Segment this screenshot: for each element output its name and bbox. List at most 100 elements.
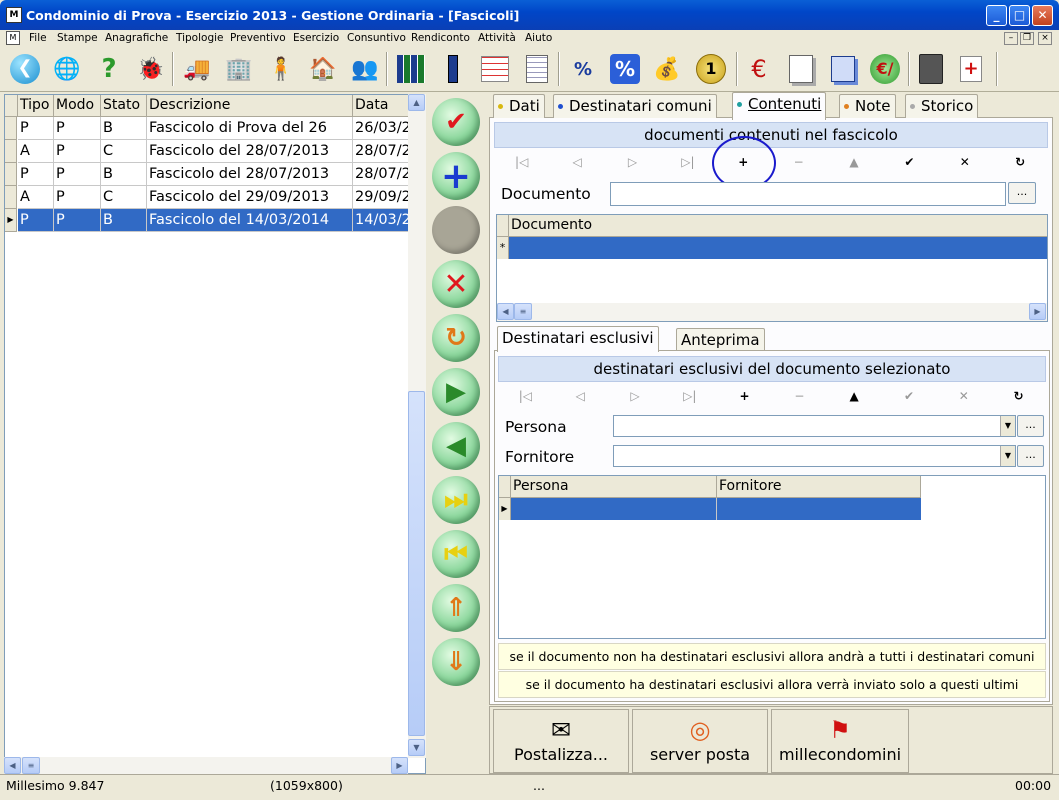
cell-stato[interactable]: C xyxy=(101,140,147,163)
cell-data[interactable]: 28/07/2 xyxy=(353,163,411,186)
scroll-thumb[interactable] xyxy=(408,391,425,736)
tab-storico[interactable]: Storico xyxy=(905,94,979,118)
millecondomini-button[interactable]: ⚑ millecondomini xyxy=(771,709,909,773)
cell-stato[interactable]: C xyxy=(101,186,147,209)
cell-data[interactable]: 14/03/2 xyxy=(353,209,411,232)
chevron-down-icon[interactable]: ▼ xyxy=(1000,446,1015,466)
nav-last-icon[interactable]: ▷| xyxy=(678,155,698,169)
menu-consuntivo[interactable]: Consuntivo xyxy=(347,32,406,44)
cell-data[interactable]: 28/07/2 xyxy=(353,140,411,163)
cell-descrizione[interactable]: Fascicolo del 29/09/2013 xyxy=(147,186,353,209)
copy-docs-icon[interactable] xyxy=(826,52,860,86)
nav-refresh-icon[interactable]: ↻ xyxy=(1010,155,1030,169)
nav-refresh-icon[interactable]: ↻ xyxy=(1009,389,1029,403)
fornitore-browse-button[interactable]: ... xyxy=(1017,445,1044,467)
col-header-stato[interactable]: Stato xyxy=(101,95,147,117)
cell-tipo[interactable]: P xyxy=(18,117,54,140)
scroll-up-icon[interactable]: ▲ xyxy=(408,94,425,111)
tab-destinatari-esclusivi[interactable]: Destinatari esclusivi xyxy=(497,326,659,352)
nav-cancel-icon[interactable]: ✕ xyxy=(955,155,975,169)
first-aid-icon[interactable]: + xyxy=(954,52,988,86)
scroll-right-icon[interactable]: ▶ xyxy=(391,757,408,774)
cell-stato[interactable]: B xyxy=(101,163,147,186)
nav-first-icon[interactable]: |◁ xyxy=(512,155,532,169)
cell-descrizione[interactable]: Fascicolo di Prova del 26 xyxy=(147,117,353,140)
move-up-button[interactable]: ⇑ xyxy=(432,584,480,632)
scroll-thumb-h[interactable]: ≡ xyxy=(514,303,532,320)
building-icon[interactable]: 🏢 xyxy=(222,52,256,86)
scroll-left-icon[interactable]: ◀ xyxy=(4,757,21,774)
col-header-fornitore[interactable]: Fornitore xyxy=(717,476,921,498)
fascicoli-grid[interactable]: Tipo Modo Stato Descrizione Data P P B Fasc… xyxy=(4,94,426,774)
menu-aiuto[interactable]: Aiuto xyxy=(525,32,552,44)
col-header-tipo[interactable]: Tipo xyxy=(18,95,54,117)
app-icon[interactable]: M xyxy=(6,7,22,23)
server-posta-button[interactable]: ◎ server posta xyxy=(632,709,768,773)
grid-horizontal-scrollbar[interactable]: ◀ ≡ ▶ xyxy=(4,757,408,774)
back-arrow-icon[interactable]: ❮ xyxy=(8,52,42,86)
euro-coin-icon[interactable]: 1 xyxy=(694,52,728,86)
previous-record-button[interactable]: ◀ xyxy=(432,422,480,470)
tab-note[interactable]: Note xyxy=(839,94,896,118)
add-plus-button[interactable]: + xyxy=(432,152,480,200)
mdi-close-icon[interactable]: × xyxy=(1038,32,1052,45)
nav-last-icon[interactable]: ▷| xyxy=(680,389,700,403)
documento-browse-button[interactable]: ... xyxy=(1008,182,1036,204)
house-icon[interactable]: 🏠 xyxy=(306,52,340,86)
mdi-restore-icon[interactable]: ❐ xyxy=(1020,32,1034,45)
cell-modo[interactable]: P xyxy=(54,186,101,209)
minimize-icon[interactable]: _ xyxy=(986,5,1007,26)
binder-icon[interactable] xyxy=(436,52,470,86)
cell-modo[interactable]: P xyxy=(54,163,101,186)
help-question-icon[interactable]: ? xyxy=(92,52,126,86)
nav-post-icon[interactable]: ✔ xyxy=(899,155,919,169)
documento-new-row[interactable] xyxy=(509,237,1047,259)
nav-next-icon[interactable]: ▷ xyxy=(622,155,642,169)
postalizza-button[interactable]: ✉ Postalizza... xyxy=(493,709,629,773)
menu-attivita[interactable]: Attività xyxy=(478,32,516,44)
cell-data[interactable]: 26/03/2 xyxy=(353,117,411,140)
cell-stato[interactable]: B xyxy=(101,209,147,232)
destinatari-row-fornitore[interactable] xyxy=(717,498,921,520)
truck-icon[interactable]: 🚚 xyxy=(180,52,214,86)
destinatari-row-persona[interactable] xyxy=(511,498,717,520)
calculator-icon[interactable] xyxy=(914,52,948,86)
col-header-documento[interactable]: Documento xyxy=(509,215,1047,237)
persona-browse-button[interactable]: ... xyxy=(1017,415,1044,437)
col-header-descrizione[interactable]: Descrizione xyxy=(147,95,353,117)
next-record-button[interactable]: ▶ xyxy=(432,368,480,416)
cell-descrizione[interactable]: Fascicolo del 28/07/2013 xyxy=(147,140,353,163)
cell-data[interactable]: 29/09/2 xyxy=(353,186,411,209)
nav-first-icon[interactable]: |◁ xyxy=(515,389,535,403)
cell-tipo[interactable]: P xyxy=(18,163,54,186)
nav-delete-icon[interactable]: − xyxy=(789,389,809,403)
nav-delete-icon[interactable]: − xyxy=(789,155,809,169)
cell-descrizione[interactable]: Fascicolo del 28/07/2013 xyxy=(147,163,353,186)
refresh-button[interactable]: ↻ xyxy=(432,314,480,362)
close-icon[interactable]: ✕ xyxy=(1032,5,1053,26)
cell-descrizione[interactable]: Fascicolo del 14/03/2014 xyxy=(147,209,353,232)
tab-destinatari-comuni[interactable]: Destinatari comuni xyxy=(553,94,717,118)
persona-combo[interactable]: ▼ xyxy=(613,415,1016,437)
tab-dati[interactable]: Dati xyxy=(493,94,545,118)
table-row[interactable]: A P C Fascicolo del 28/07/2013 28/07/2 xyxy=(5,140,411,163)
euro-sign-icon[interactable]: € xyxy=(742,52,776,86)
bug-icon[interactable]: 🐞 xyxy=(134,52,168,86)
euro-exchange-icon[interactable]: €/ xyxy=(868,52,902,86)
cell-modo[interactable]: P xyxy=(54,117,101,140)
tab-contenuti[interactable]: Contenuti xyxy=(732,92,827,120)
tab-anteprima[interactable]: Anteprima xyxy=(676,328,765,350)
scroll-right-icon[interactable]: ▶ xyxy=(1029,303,1046,320)
percent-doc-icon[interactable]: % xyxy=(566,52,600,86)
world-mail-icon[interactable]: 🌐 xyxy=(50,52,84,86)
grid-vertical-scrollbar[interactable]: ▲ ▼ xyxy=(408,94,426,758)
scroll-thumb-h[interactable]: ≡ xyxy=(22,757,40,774)
menu-stampe[interactable]: Stampe xyxy=(57,32,98,44)
table-row[interactable]: P P B Fascicolo del 28/07/2013 28/07/2 xyxy=(5,163,411,186)
nav-post-icon[interactable]: ✔ xyxy=(899,389,919,403)
percent-icon[interactable]: % xyxy=(608,52,642,86)
mdi-child-icon[interactable]: M xyxy=(6,31,20,45)
money-bag-icon[interactable]: 💰 xyxy=(650,52,684,86)
menu-anagrafiche[interactable]: Anagrafiche xyxy=(105,32,168,44)
nav-insert-icon[interactable]: + xyxy=(735,389,755,403)
